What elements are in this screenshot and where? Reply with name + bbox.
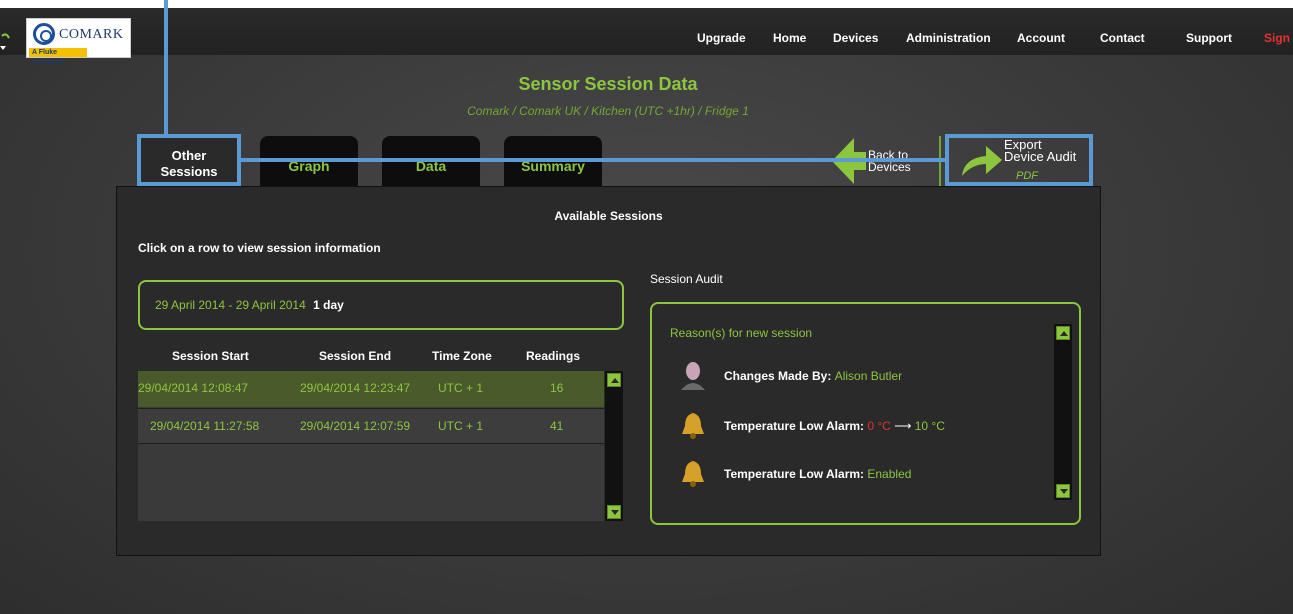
cell-readings: 16 bbox=[550, 381, 564, 395]
cell-session-start: 29/04/2014 11:27:58 bbox=[150, 419, 260, 433]
table-row[interactable]: 29/04/2014 11:27:58 29/04/2014 12:07:59 … bbox=[138, 408, 604, 444]
bell-icon bbox=[682, 461, 704, 487]
row-hint: Click on a row to view session informati… bbox=[138, 241, 381, 255]
nav-sign-in[interactable]: Sign bbox=[1264, 31, 1290, 45]
date-range: 29 April 2014 - 29 April 2014 bbox=[155, 298, 306, 312]
cell-readings: 41 bbox=[550, 419, 564, 433]
cell-session-end: 29/04/2014 12:07:59 bbox=[300, 419, 411, 433]
top-navbar: COMARK A Fluke Company Upgrade Home Devi… bbox=[0, 8, 1293, 65]
scroll-down-icon[interactable] bbox=[607, 505, 621, 519]
page-title: Sensor Session Data bbox=[518, 74, 698, 94]
breadcrumb[interactable]: Comark / Comark UK / Kitchen (UTC +1hr) … bbox=[0, 104, 1216, 118]
session-audit-title: Session Audit bbox=[650, 272, 723, 286]
cell-time-zone: UTC + 1 bbox=[438, 419, 484, 433]
alarm2-label: Temperature Low Alarm: bbox=[724, 467, 865, 481]
nav-support[interactable]: Support bbox=[1186, 31, 1232, 45]
annotation-connector-vertical bbox=[164, 0, 168, 136]
scroll-up-icon[interactable] bbox=[607, 373, 621, 387]
logo-name: COMARK bbox=[59, 27, 124, 42]
annotation-highlight-export bbox=[945, 134, 1093, 186]
changes-label: Changes Made By: bbox=[724, 369, 832, 383]
alarm1-label: Temperature Low Alarm: bbox=[724, 419, 865, 433]
nav-upgrade[interactable]: Upgrade bbox=[697, 31, 746, 45]
sessions-scrollbar[interactable] bbox=[605, 371, 623, 521]
nav-devices[interactable]: Devices bbox=[833, 31, 878, 45]
sessions-panel: Available Sessions Click on a row to vie… bbox=[116, 186, 1101, 556]
back-label-line2: Devices bbox=[868, 160, 911, 174]
cell-session-start: 29/04/2014 12:08:47 bbox=[138, 381, 249, 395]
col-session-end: Session End bbox=[319, 349, 392, 363]
nav-home[interactable]: Home bbox=[773, 31, 806, 45]
audit-changes-made-by: Changes Made By: Alison Butler bbox=[678, 360, 1038, 394]
alarm1-to: 10 °C bbox=[914, 419, 945, 433]
nav-administration[interactable]: Administration bbox=[906, 31, 991, 45]
nav-account[interactable]: Account bbox=[1017, 31, 1065, 45]
col-readings: Readings bbox=[526, 349, 581, 363]
bell-icon bbox=[682, 413, 704, 439]
comark-ring-icon bbox=[33, 23, 55, 45]
col-time-zone: Time Zone bbox=[432, 349, 492, 363]
audit-scrollbar[interactable] bbox=[1054, 324, 1072, 500]
col-session-start: Session Start bbox=[172, 349, 249, 363]
user-avatar-icon bbox=[681, 362, 705, 390]
audit-reason-heading: Reason(s) for new session bbox=[670, 326, 813, 340]
date-range-box: 29 April 2014 - 29 April 2014 1 day bbox=[138, 280, 624, 330]
audit-alarm-enabled: Temperature Low Alarm: Enabled bbox=[678, 458, 1038, 492]
partial-logo-icon bbox=[0, 33, 10, 50]
comark-logo[interactable]: COMARK A Fluke Company bbox=[26, 18, 131, 65]
date-range-duration: 1 day bbox=[313, 298, 344, 312]
alarm1-from: 0 °C bbox=[867, 419, 891, 433]
table-row[interactable]: 29/04/2014 12:08:47 29/04/2014 12:23:47 … bbox=[138, 371, 604, 407]
logo-tagline: A Fluke Company bbox=[29, 48, 87, 65]
alarm1-arrow: ⟶ bbox=[894, 419, 912, 433]
audit-scroll-down-icon[interactable] bbox=[1056, 484, 1070, 498]
annotation-highlight-other-sessions bbox=[137, 134, 241, 186]
audit-alarm-change: Temperature Low Alarm: 0 °C ⟶ 10 °C bbox=[678, 410, 1038, 444]
sessions-table: 29/04/2014 12:08:47 29/04/2014 12:23:47 … bbox=[138, 371, 604, 521]
nav-contact[interactable]: Contact bbox=[1100, 31, 1145, 45]
alarm2-value: Enabled bbox=[867, 467, 912, 481]
available-sessions-heading: Available Sessions bbox=[554, 209, 663, 223]
changes-user: Alison Butler bbox=[834, 369, 903, 383]
cell-session-end: 29/04/2014 12:23:47 bbox=[300, 381, 411, 395]
audit-scroll-up-icon[interactable] bbox=[1056, 326, 1070, 340]
annotation-connector-horizontal bbox=[239, 158, 949, 162]
cell-time-zone: UTC + 1 bbox=[438, 381, 484, 395]
session-audit-box: Reason(s) for new session Changes Made B… bbox=[650, 302, 1081, 525]
